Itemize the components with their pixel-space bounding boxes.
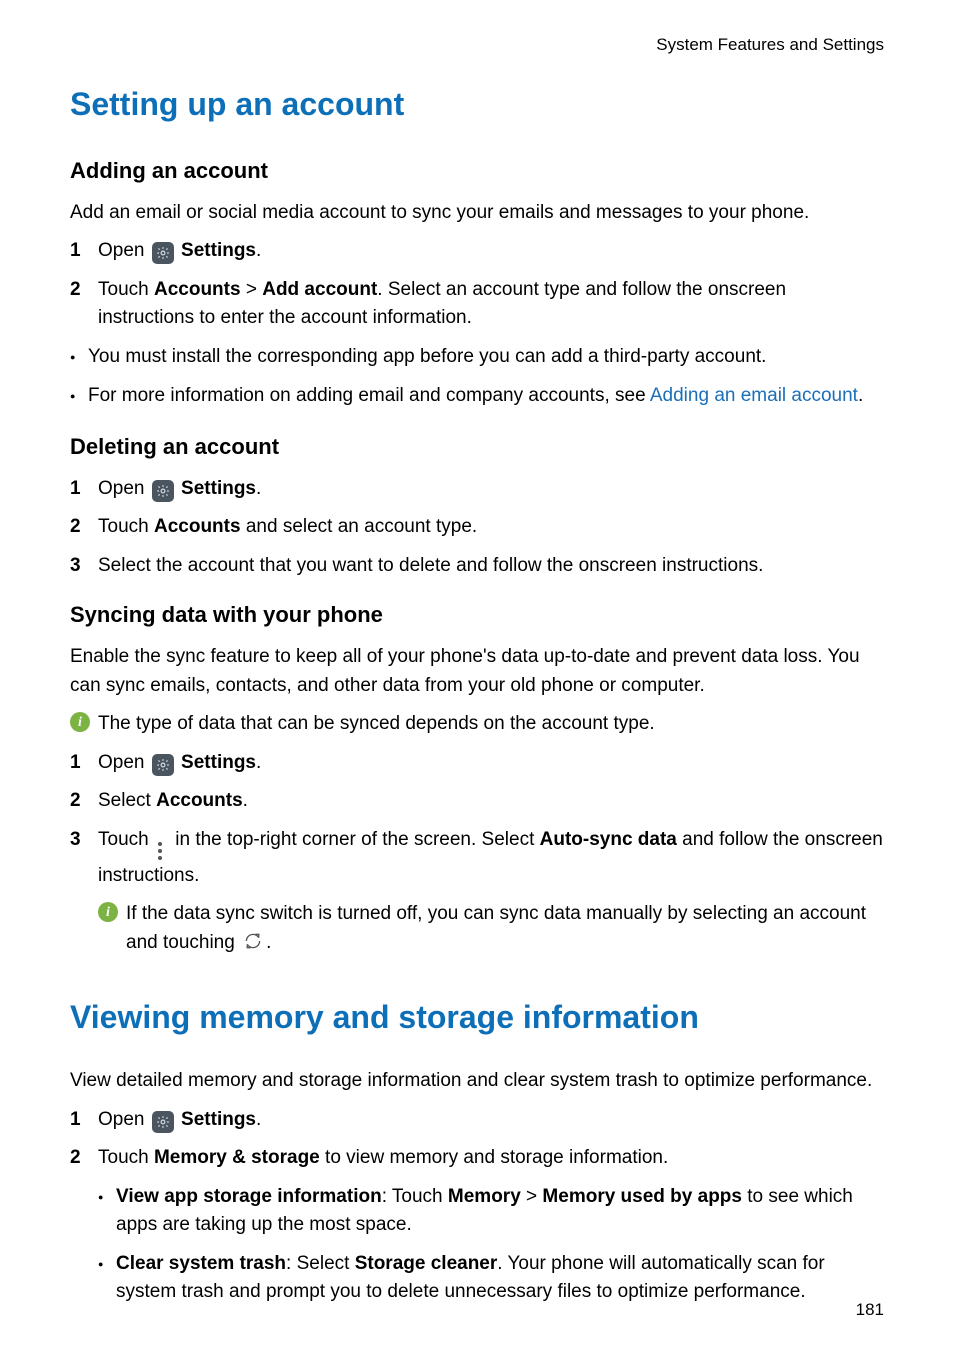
step-number: 1 [70, 1106, 98, 1135]
adding-account-steps: 1 Open Settings. 2 Touch Accounts > Add … [70, 237, 884, 333]
add-account-label: Add account [262, 279, 377, 300]
text: and select an account type. [241, 516, 478, 537]
text: : Touch [382, 1186, 448, 1207]
text: to view memory and storage information. [320, 1147, 669, 1168]
accounts-label: Accounts [154, 279, 241, 300]
auto-sync-label: Auto-sync data [540, 829, 677, 850]
info-note: i The type of data that can be synced de… [70, 710, 884, 739]
storage-cleaner-label: Storage cleaner [355, 1253, 498, 1274]
info-text: The type of data that can be synced depe… [98, 710, 884, 739]
accounts-label: Accounts [156, 790, 243, 811]
memory-used-apps-label: Memory used by apps [542, 1186, 742, 1207]
step-content: Open Settings. [98, 1106, 884, 1135]
step-content: Open Settings. [98, 237, 884, 266]
text: Open [98, 240, 150, 261]
text: Touch [98, 829, 154, 850]
section-title-setting-up-account: Setting up an account [70, 80, 884, 128]
list-item: You must install the corresponding app b… [88, 343, 884, 372]
settings-label: Settings [181, 752, 256, 773]
text: > [521, 1186, 543, 1207]
subheading-deleting-account: Deleting an account [70, 430, 884, 463]
bullet-icon [70, 343, 88, 373]
link-adding-email-account[interactable]: Adding an email account [650, 385, 858, 406]
sync-icon [243, 931, 263, 951]
text: : Select [286, 1253, 355, 1274]
list-item: Clear system trash: Select Storage clean… [116, 1250, 884, 1307]
text: . [256, 478, 261, 499]
text: in the top-right corner of the screen. S… [170, 829, 540, 850]
memory-steps: 1 Open Settings. 2 Touch Memory & storag… [70, 1106, 884, 1317]
text: > [241, 279, 263, 300]
info-note: i If the data sync switch is turned off,… [98, 900, 884, 957]
memory-intro: View detailed memory and storage informa… [70, 1067, 884, 1096]
list-item: View app storage information: Touch Memo… [116, 1183, 884, 1240]
adding-account-intro: Add an email or social media account to … [70, 199, 884, 228]
step-number: 3 [70, 552, 98, 581]
step-number: 1 [70, 475, 98, 504]
syncing-intro: Enable the sync feature to keep all of y… [70, 643, 884, 700]
subheading-adding-account: Adding an account [70, 154, 884, 187]
bullet-icon [98, 1183, 116, 1213]
text: Open [98, 1109, 150, 1130]
adding-account-notes: You must install the corresponding app b… [70, 343, 884, 412]
deleting-account-steps: 1 Open Settings. 2 Touch Accounts and se… [70, 475, 884, 581]
step-content: Touch in the top-right corner of the scr… [98, 826, 884, 968]
more-menu-icon [158, 842, 162, 862]
step-content: Touch Accounts and select an account typ… [98, 513, 884, 542]
step-number: 3 [70, 826, 98, 855]
settings-icon [152, 754, 174, 776]
view-app-storage-label: View app storage information [116, 1186, 382, 1207]
info-text: If the data sync switch is turned off, y… [126, 900, 884, 957]
step-content: Open Settings. [98, 475, 884, 504]
memory-label: Memory [448, 1186, 521, 1207]
step-content: Touch Memory & storage to view memory an… [98, 1144, 884, 1317]
bullet-icon [98, 1250, 116, 1280]
subheading-syncing-data: Syncing data with your phone [70, 598, 884, 631]
clear-system-trash-label: Clear system trash [116, 1253, 286, 1274]
memory-substeps: View app storage information: Touch Memo… [98, 1183, 884, 1307]
info-icon: i [70, 712, 90, 732]
text: Select [98, 790, 156, 811]
text: . [858, 385, 863, 406]
step-number: 2 [70, 276, 98, 305]
step-number: 2 [70, 513, 98, 542]
text: If the data sync switch is turned off, y… [126, 903, 866, 953]
settings-label: Settings [181, 1109, 256, 1130]
step-number: 1 [70, 237, 98, 266]
settings-label: Settings [181, 478, 256, 499]
page-number: 181 [856, 1297, 884, 1323]
syncing-steps: 1 Open Settings. 2 Select Accounts. 3 To… [70, 749, 884, 968]
text: . [256, 240, 261, 261]
text: . [256, 752, 261, 773]
bullet-icon [70, 382, 88, 412]
step-number: 2 [70, 787, 98, 816]
accounts-label: Accounts [154, 516, 241, 537]
settings-icon [152, 480, 174, 502]
text: . [243, 790, 248, 811]
step-content: Select Accounts. [98, 787, 884, 816]
text: Open [98, 478, 150, 499]
section-title-viewing-memory: Viewing memory and storage information [70, 993, 884, 1041]
step-number: 1 [70, 749, 98, 778]
memory-storage-label: Memory & storage [154, 1147, 320, 1168]
text: Touch [98, 279, 154, 300]
text: . [266, 932, 271, 953]
text: Touch [98, 1147, 154, 1168]
info-icon: i [98, 902, 118, 922]
text: For more information on adding email and… [88, 385, 650, 406]
text: . [256, 1109, 261, 1130]
list-item: For more information on adding email and… [88, 382, 884, 411]
step-content: Touch Accounts > Add account. Select an … [98, 276, 884, 333]
text: Open [98, 752, 150, 773]
settings-icon [152, 1111, 174, 1133]
step-number: 2 [70, 1144, 98, 1173]
text: Touch [98, 516, 154, 537]
settings-label: Settings [181, 240, 256, 261]
step-content: Open Settings. [98, 749, 884, 778]
breadcrumb: System Features and Settings [70, 32, 884, 58]
settings-icon [152, 242, 174, 264]
step-content: Select the account that you want to dele… [98, 552, 884, 581]
